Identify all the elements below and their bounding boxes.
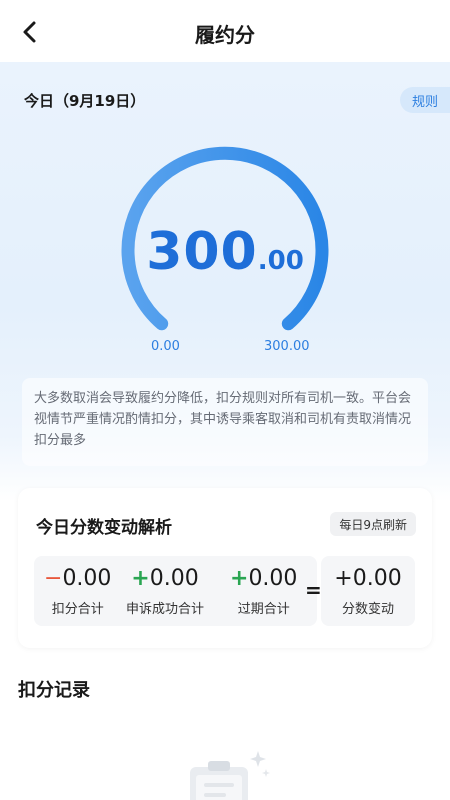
refresh-badge: 每日9点刷新 (330, 512, 416, 536)
minus-sign: − (44, 566, 63, 591)
expired-value: 0.00 (248, 566, 298, 591)
score-change-value: +0.00 (334, 566, 402, 591)
score-change-label: 分数变动 (341, 602, 394, 617)
score-change-card: 今日分数变动解析 每日9点刷新 −0.00 扣分合计 +0.00 申诉成功合计 … (18, 488, 432, 648)
score-change-result: +0.00 分数变动 (321, 556, 415, 626)
expired-total: +0.00 过期合计 (230, 566, 297, 617)
score-display: 300.00 (110, 222, 340, 282)
nav-header: 履约分 (0, 0, 450, 62)
deduction-label: 扣分合计 (51, 602, 104, 617)
rules-button[interactable]: 规则 (400, 87, 450, 113)
plus-sign: + (230, 566, 249, 591)
appeal-label: 申诉成功合计 (126, 602, 205, 617)
gauge-min-label: 0.00 (151, 339, 180, 354)
score-decimal: .00 (257, 246, 304, 276)
card-title: 今日分数变动解析 (36, 518, 172, 538)
gauge-max-label: 300.00 (264, 339, 310, 354)
expired-label: 过期合计 (237, 602, 290, 617)
appeal-value: 0.00 (149, 566, 199, 591)
empty-clipboard-icon (190, 751, 270, 800)
deduction-value: 0.00 (62, 566, 112, 591)
appeal-total: +0.00 申诉成功合计 (126, 566, 204, 617)
page-title: 履约分 (195, 23, 255, 47)
date-label: 今日（9月19日） (24, 92, 146, 110)
deduction-records-title: 扣分记录 (18, 680, 90, 701)
calc-box: −0.00 扣分合计 +0.00 申诉成功合计 +0.00 过期合计 (34, 556, 317, 626)
deduction-total: −0.00 扣分合计 (44, 566, 111, 617)
page: 履约分 今日（9月19日） 规则 300.00 0.00 300.00 大多数取… (0, 0, 450, 800)
plus-sign: + (131, 566, 150, 591)
equals-sign: = (305, 578, 322, 602)
notice-text: 大多数取消会导致履约分降低，扣分规则对所有司机一致。平台会视情节严重情况酌情扣分… (22, 378, 428, 466)
score-integer: 300 (146, 222, 258, 282)
